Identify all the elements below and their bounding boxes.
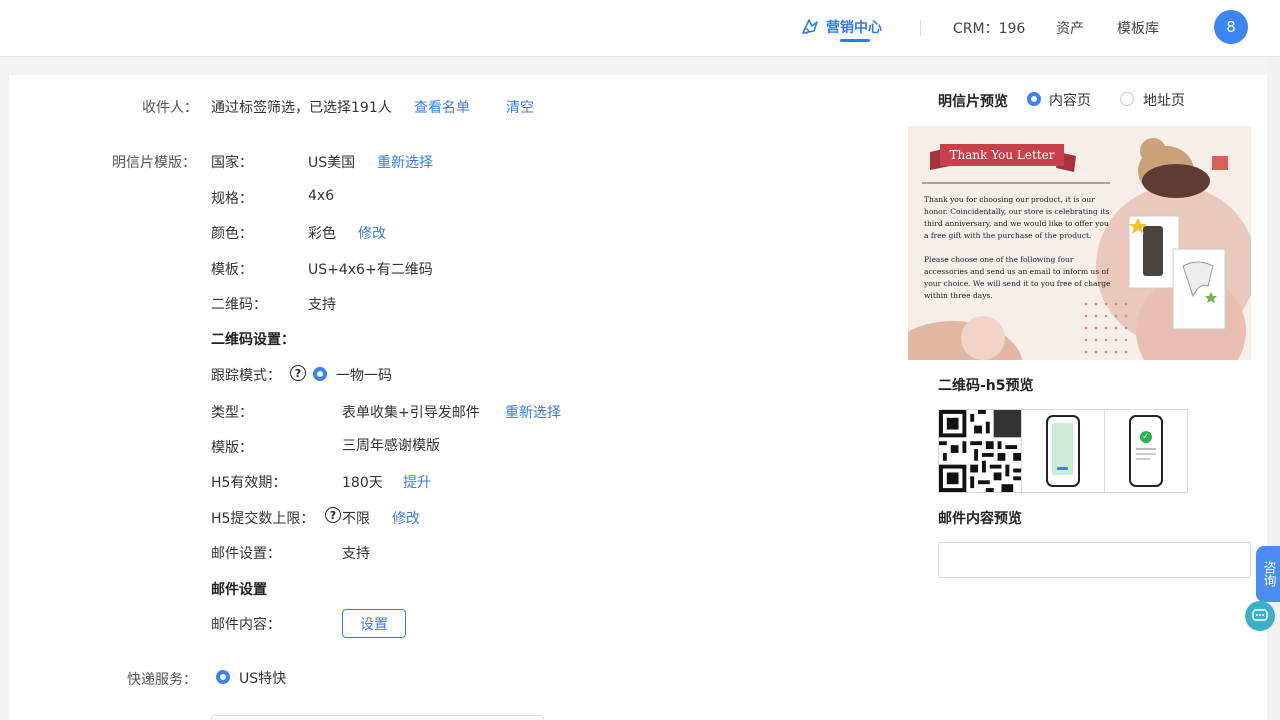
help-icon[interactable]: ?: [325, 507, 341, 523]
h5-valid-upgrade-link[interactable]: 提升: [403, 472, 431, 492]
country-value: US美国: [308, 155, 356, 171]
type-value: 表单收集+引导发邮件: [342, 405, 480, 421]
type-label: 类型：: [211, 405, 253, 421]
nav-divider: [920, 20, 921, 36]
recipient-label: 收件人：: [142, 100, 198, 116]
h5-limit-edit-link[interactable]: 修改: [392, 508, 420, 528]
phone-icon: [1045, 415, 1080, 487]
h5-valid-value: 180天: [342, 475, 383, 491]
shipping-label: 快递服务：: [127, 672, 197, 688]
color-label: 颜色：: [211, 226, 253, 242]
nav-active-underline: [840, 39, 870, 42]
spec-value: 4x6: [308, 188, 335, 204]
mail-setting-value: 支持: [342, 546, 370, 562]
nav-templates[interactable]: 模板库: [1117, 18, 1159, 38]
h5-limit-value: 不限: [342, 511, 370, 527]
qr-code-image: [939, 410, 1022, 492]
shipping-value: US特快: [239, 671, 287, 687]
qr-settings-title: 二维码设置：: [211, 332, 295, 348]
postcard-para-2: Please choose one of the following four …: [924, 255, 1111, 300]
help-icon[interactable]: ?: [290, 365, 306, 381]
mail-preview-title: 邮件内容预览: [938, 511, 1022, 527]
address-page-radio[interactable]: [1120, 92, 1134, 106]
qr-h5-preview: ✓: [938, 409, 1188, 493]
content-page-label: 内容页: [1049, 93, 1091, 109]
view-list-link[interactable]: 查看名单: [414, 97, 470, 117]
mail-preview-box: [938, 542, 1251, 578]
next-field-input[interactable]: [211, 715, 544, 720]
phone-icon: ✓: [1128, 415, 1163, 487]
tpl-value: US+4x6+有二维码: [308, 262, 433, 278]
address-page-label: 地址页: [1143, 93, 1185, 109]
postcard-banner: Thank You Letter: [949, 148, 1055, 162]
country-reselect-link[interactable]: 重新选择: [377, 152, 433, 172]
type-reselect-link[interactable]: 重新选择: [505, 402, 561, 422]
qr-value: 支持: [308, 297, 336, 313]
recipient-summary: 通过标签筛选，已选择191人: [211, 100, 392, 116]
mail-settings-title: 邮件设置: [211, 582, 267, 598]
qr-code-icon: [939, 410, 1021, 492]
country-label: 国家：: [211, 155, 253, 171]
template-label: 明信片模版：: [112, 155, 196, 171]
content-page-radio[interactable]: [1027, 92, 1041, 106]
chat-icon: [1252, 609, 1268, 621]
tracking-radio[interactable]: [313, 367, 327, 381]
postcard-message: Thank you for choosing our product, it i…: [924, 194, 1114, 302]
layout-label: 模版：: [211, 440, 253, 456]
top-bar: 营销中心 CRM：196 资产 模板库 8: [0, 0, 1280, 57]
h5-success-phone: ✓: [1105, 410, 1187, 492]
marketing-icon: [802, 19, 818, 34]
postcard-preview: Thank You Letter Thank you for choosing …: [908, 126, 1251, 360]
qr-label: 二维码：: [211, 297, 267, 313]
postcard-preview-title: 明信片预览: [938, 94, 1008, 110]
postcard-para-1: Thank you for choosing our product, it i…: [924, 195, 1110, 240]
tracking-value: 一物一码: [336, 368, 392, 384]
h5-form-phone: [1022, 410, 1105, 492]
spec-label: 规格：: [211, 191, 253, 207]
color-value: 彩色: [308, 226, 336, 242]
h5-valid-label: H5有效期：: [211, 475, 287, 491]
nav-marketing-label: 营销中心: [826, 20, 882, 36]
clear-link[interactable]: 清空: [506, 97, 534, 117]
mail-set-button[interactable]: 设置: [342, 609, 406, 638]
layout-value: 三周年感谢模版: [342, 438, 440, 454]
mail-setting-label: 邮件设置：: [211, 546, 281, 562]
mail-content-label: 邮件内容：: [211, 617, 281, 633]
nav-marketing-center[interactable]: 营销中心: [800, 17, 882, 42]
nav-crm[interactable]: CRM：196: [953, 18, 1025, 38]
tracking-label: 跟踪模式：: [211, 368, 281, 384]
chat-button[interactable]: [1245, 601, 1275, 631]
avatar[interactable]: 8: [1214, 10, 1248, 44]
h5-limit-label: H5提交数上限：: [211, 511, 315, 527]
consult-tab[interactable]: 咨询: [1256, 546, 1280, 602]
nav-assets[interactable]: 资产: [1056, 18, 1084, 38]
color-edit-link[interactable]: 修改: [358, 223, 386, 243]
qr-h5-preview-title: 二维码-h5预览: [938, 378, 1034, 394]
tpl-label: 模板：: [211, 262, 253, 278]
shipping-radio[interactable]: [216, 670, 230, 684]
